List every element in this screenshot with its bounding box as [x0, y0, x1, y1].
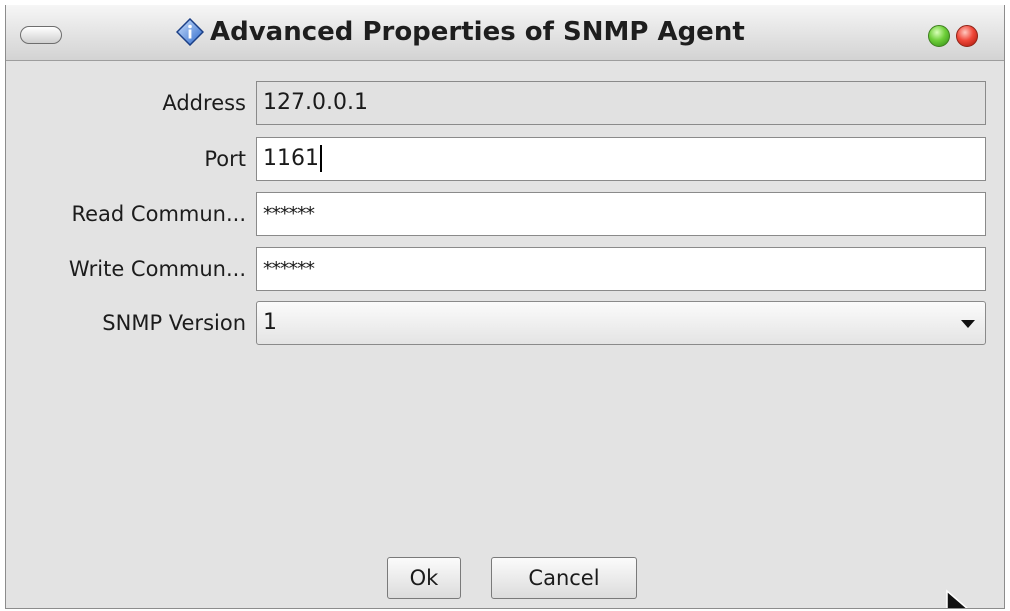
port-label: Port	[204, 147, 246, 171]
address-label: Address	[162, 91, 246, 115]
port-value: 1161	[263, 146, 319, 171]
write-community-label: Write Commun...	[68, 257, 246, 281]
snmp-version-select[interactable]: 1	[256, 301, 986, 345]
title-bar[interactable]: Advanced Properties of SNMP Agent	[6, 5, 1004, 61]
read-community-label: Read Commun...	[71, 202, 246, 226]
title-container: Advanced Properties of SNMP Agent	[176, 17, 745, 47]
snmp-version-value: 1	[263, 310, 277, 335]
close-button[interactable]	[956, 25, 978, 47]
info-diamond-icon	[176, 18, 204, 46]
read-community-value: ******	[263, 203, 315, 225]
ok-button[interactable]: Ok	[387, 557, 461, 599]
port-field[interactable]: 1161	[256, 137, 986, 181]
write-community-field[interactable]: ******	[256, 247, 986, 291]
read-community-field[interactable]: ******	[256, 192, 986, 236]
text-caret	[320, 144, 322, 172]
chevron-down-icon[interactable]	[961, 320, 975, 328]
maximize-button[interactable]	[928, 25, 950, 47]
window-title: Advanced Properties of SNMP Agent	[210, 17, 745, 47]
window-menu-button[interactable]	[20, 26, 62, 44]
cancel-button[interactable]: Cancel	[491, 557, 637, 599]
mouse-pointer-icon	[946, 589, 968, 608]
write-community-value: ******	[263, 258, 315, 280]
snmp-version-label: SNMP Version	[102, 311, 246, 335]
address-field[interactable]: 127.0.0.1	[256, 81, 986, 125]
dialog-window: Advanced Properties of SNMP Agent Addres…	[5, 5, 1005, 609]
address-value: 127.0.0.1	[263, 90, 368, 115]
